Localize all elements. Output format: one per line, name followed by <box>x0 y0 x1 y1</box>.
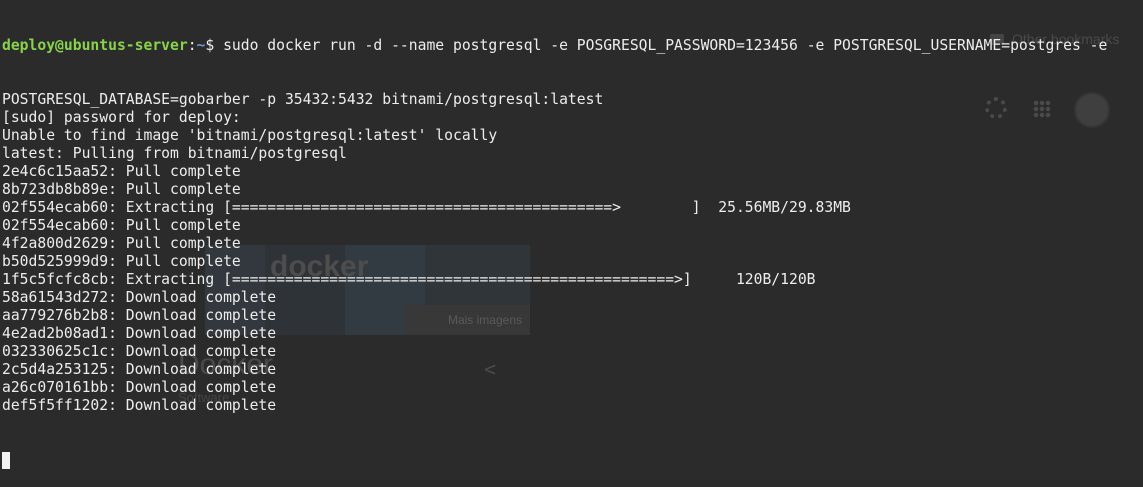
terminal-line: b50d525999d9: Pull complete <box>2 253 241 270</box>
terminal-lines: POSTGRESQL_DATABASE=gobarber -p 35432:54… <box>2 91 1143 415</box>
terminal-line: latest: Pulling from bitnami/postgresql <box>2 145 347 162</box>
terminal-line: 02f554ecab60: Pull complete <box>2 217 241 234</box>
prompt-separator: : <box>187 37 197 54</box>
prompt-user-host: deploy@ubuntus-server <box>2 37 188 54</box>
terminal-line: def5f5ff1202: Download complete <box>2 397 277 414</box>
terminal-line: 032330625c1c: Download complete <box>2 343 277 360</box>
command-text: sudo docker run -d --name postgresql -e … <box>214 37 1108 54</box>
text-cursor[interactable] <box>2 452 10 469</box>
terminal-line: 2c5d4a253125: Download complete <box>2 361 277 378</box>
terminal-line: 2e4c6c15aa52: Pull complete <box>2 163 241 180</box>
terminal-line: a26c070161bb: Download complete <box>2 379 277 396</box>
terminal-output[interactable]: deploy@ubuntus-server:~$ sudo docker run… <box>2 1 1143 469</box>
terminal-line: 4f2a800d2629: Pull complete <box>2 235 241 252</box>
terminal-cursor-line <box>2 451 1143 469</box>
terminal-line: 58a61543d272: Download complete <box>2 289 277 306</box>
terminal-line: Unable to find image 'bitnami/postgresql… <box>2 127 498 144</box>
terminal-line: 02f554ecab60: Extracting [==============… <box>2 199 851 216</box>
terminal-line: [sudo] password for deploy: <box>2 109 241 126</box>
terminal-command-line: deploy@ubuntus-server:~$ sudo docker run… <box>2 37 1143 55</box>
terminal-line: aa779276b2b8: Download complete <box>2 307 277 324</box>
prompt-symbol: $ <box>205 37 215 54</box>
terminal-line: 4e2ad2b08ad1: Download complete <box>2 325 277 342</box>
terminal-line: POSTGRESQL_DATABASE=gobarber -p 35432:54… <box>2 91 604 108</box>
terminal-line: 8b723db8b89e: Pull complete <box>2 181 241 198</box>
terminal-line: 1f5c5fcfc8cb: Extracting [==============… <box>2 271 816 288</box>
